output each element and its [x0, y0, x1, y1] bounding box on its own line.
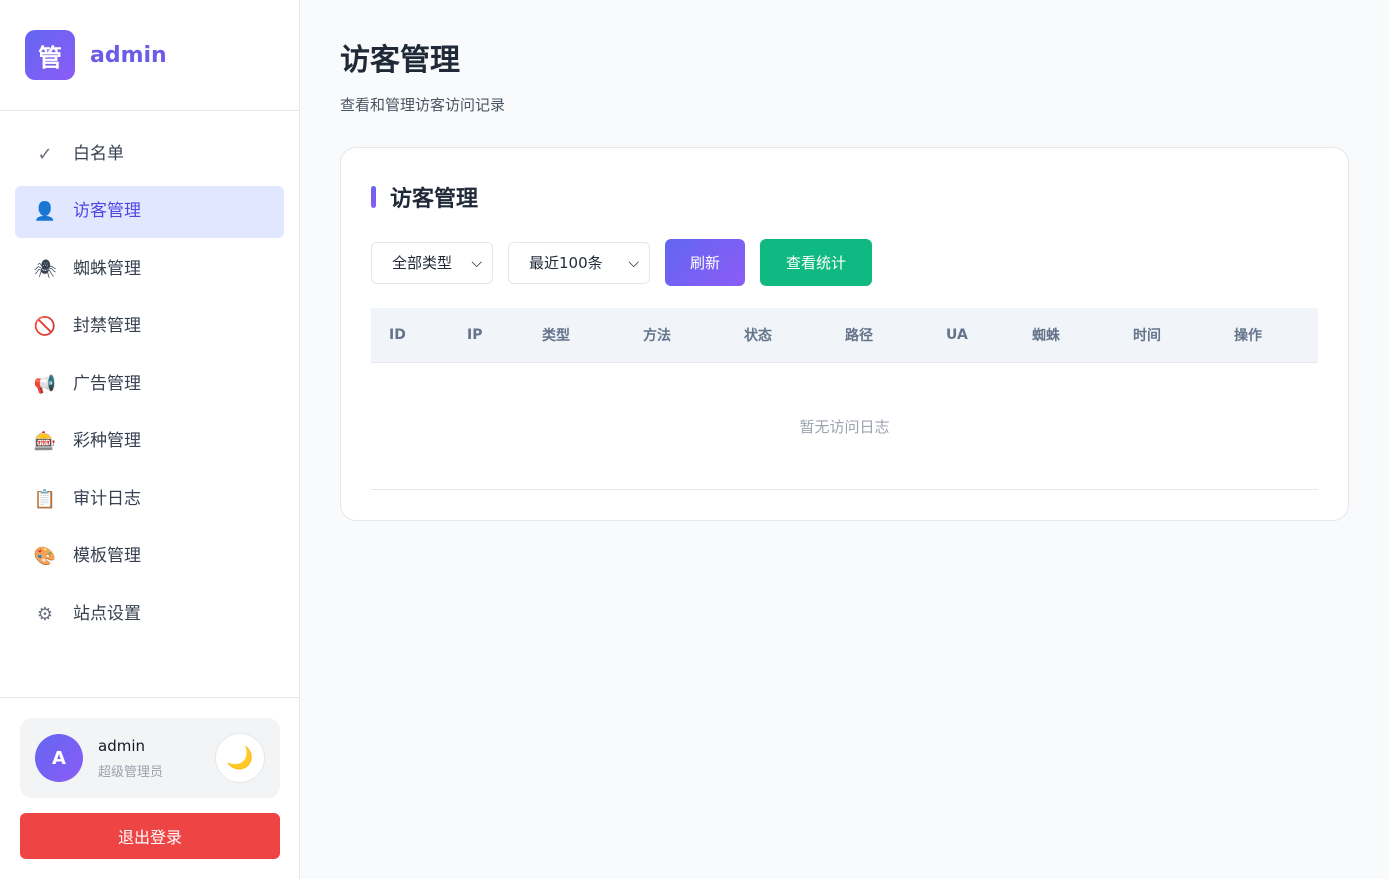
user-name: admin [98, 736, 145, 755]
sidebar-item-audit[interactable]: 📋 审计日志 [15, 473, 284, 525]
brand-name: admin [90, 42, 167, 68]
megaphone-icon: 📢 [33, 373, 57, 395]
avatar: A [35, 734, 83, 782]
sidebar: 管 admin ✓ 白名单 👤 访客管理 🕷 蜘蛛管理 🚫 封禁管理 📢 广告管… [0, 0, 300, 879]
column-header: 蜘蛛 [1032, 328, 1060, 344]
column-header: 方法 [643, 328, 671, 344]
spider-icon: 🕷 [33, 258, 57, 280]
sidebar-item-visitors[interactable]: 👤 访客管理 [15, 185, 284, 238]
column-header: 路径 [845, 328, 873, 344]
sidebar-item-lottery[interactable]: 🎰 彩种管理 [15, 416, 284, 468]
type-filter-select[interactable]: 全部类型 ⌵ [371, 241, 493, 284]
visitor-icon: 👤 [33, 201, 57, 222]
sidebar-item-label: 广告管理 [73, 373, 141, 394]
user-info: admin 超级管理员 [98, 737, 163, 780]
palette-icon: 🎨 [33, 546, 57, 567]
chevron-down-icon: ⌵ [628, 254, 639, 271]
sidebar-item-label: 模板管理 [73, 546, 141, 566]
visitor-card: 访客管理 全部类型 ⌵ 最近100条 ⌵ 刷新 查看统计 ID IP 类型 方法… [340, 147, 1349, 521]
sidebar-item-bans[interactable]: 🚫 封禁管理 [15, 301, 284, 353]
column-header: 类型 [542, 328, 570, 344]
sidebar-item-label: 白名单 [73, 143, 124, 164]
slot-machine-icon: 🎰 [33, 431, 57, 452]
page-subtitle: 查看和管理访客访问记录 [340, 96, 506, 114]
column-header: ID [389, 327, 406, 343]
title-accent-bar [371, 186, 376, 208]
type-filter-value: 全部类型 [392, 254, 453, 272]
column-header: UA [946, 327, 968, 343]
sidebar-nav: ✓ 白名单 👤 访客管理 🕷 蜘蛛管理 🚫 封禁管理 📢 广告管理 🎰 彩种管理… [0, 111, 299, 640]
check-icon: ✓ [37, 143, 53, 165]
ban-icon: 🚫 [33, 316, 57, 337]
column-header: 时间 [1133, 328, 1161, 344]
refresh-button[interactable]: 刷新 [665, 239, 745, 286]
sidebar-item-settings[interactable]: ⚙ 站点设置 [15, 588, 284, 640]
empty-state: 暂无访问日志 [371, 363, 1318, 490]
sidebar-item-templates[interactable]: 🎨 模板管理 [15, 531, 284, 583]
sidebar-item-label: 封禁管理 [73, 316, 141, 336]
sidebar-footer: A admin 超级管理员 🌙 退出登录 [0, 697, 300, 879]
column-header: 状态 [744, 328, 772, 344]
sidebar-item-ads[interactable]: 📢 广告管理 [15, 358, 284, 410]
column-header: 操作 [1234, 328, 1262, 344]
logout-button[interactable]: 退出登录 [20, 813, 280, 859]
sidebar-item-whitelist[interactable]: ✓ 白名单 [15, 128, 284, 180]
sidebar-item-label: 访客管理 [73, 201, 141, 221]
card-title: 访客管理 [371, 182, 1318, 212]
brand: 管 admin [0, 0, 299, 111]
sidebar-item-label: 审计日志 [73, 488, 141, 509]
column-header: IP [467, 327, 483, 343]
chevron-down-icon: ⌵ [471, 254, 482, 271]
page-title: 访客管理 [340, 43, 460, 78]
sidebar-item-label: 蜘蛛管理 [73, 258, 141, 279]
gear-icon: ⚙ [36, 603, 54, 625]
limit-filter-value: 最近100条 [529, 254, 603, 272]
table-header: ID IP 类型 方法 状态 路径 UA 蜘蛛 时间 操作 [371, 308, 1318, 363]
brand-logo: 管 [25, 30, 75, 80]
moon-icon: 🌙 [226, 745, 254, 771]
sidebar-item-label: 彩种管理 [73, 431, 141, 451]
clipboard-icon: 📋 [33, 488, 57, 510]
toolbar: 全部类型 ⌵ 最近100条 ⌵ 刷新 查看统计 [371, 239, 1318, 286]
theme-toggle-button[interactable]: 🌙 [215, 733, 265, 783]
view-stats-button[interactable]: 查看统计 [760, 239, 872, 286]
sidebar-item-spiders[interactable]: 🕷 蜘蛛管理 [15, 243, 284, 295]
sidebar-item-label: 站点设置 [73, 603, 141, 624]
limit-filter-select[interactable]: 最近100条 ⌵ [508, 241, 650, 284]
user-card: A admin 超级管理员 🌙 [20, 718, 280, 798]
main-content: 访客管理 查看和管理访客访问记录 访客管理 全部类型 ⌵ 最近100条 ⌵ 刷新… [340, 0, 1349, 521]
user-role: 超级管理员 [98, 764, 164, 780]
card-title-text: 访客管理 [390, 187, 479, 212]
